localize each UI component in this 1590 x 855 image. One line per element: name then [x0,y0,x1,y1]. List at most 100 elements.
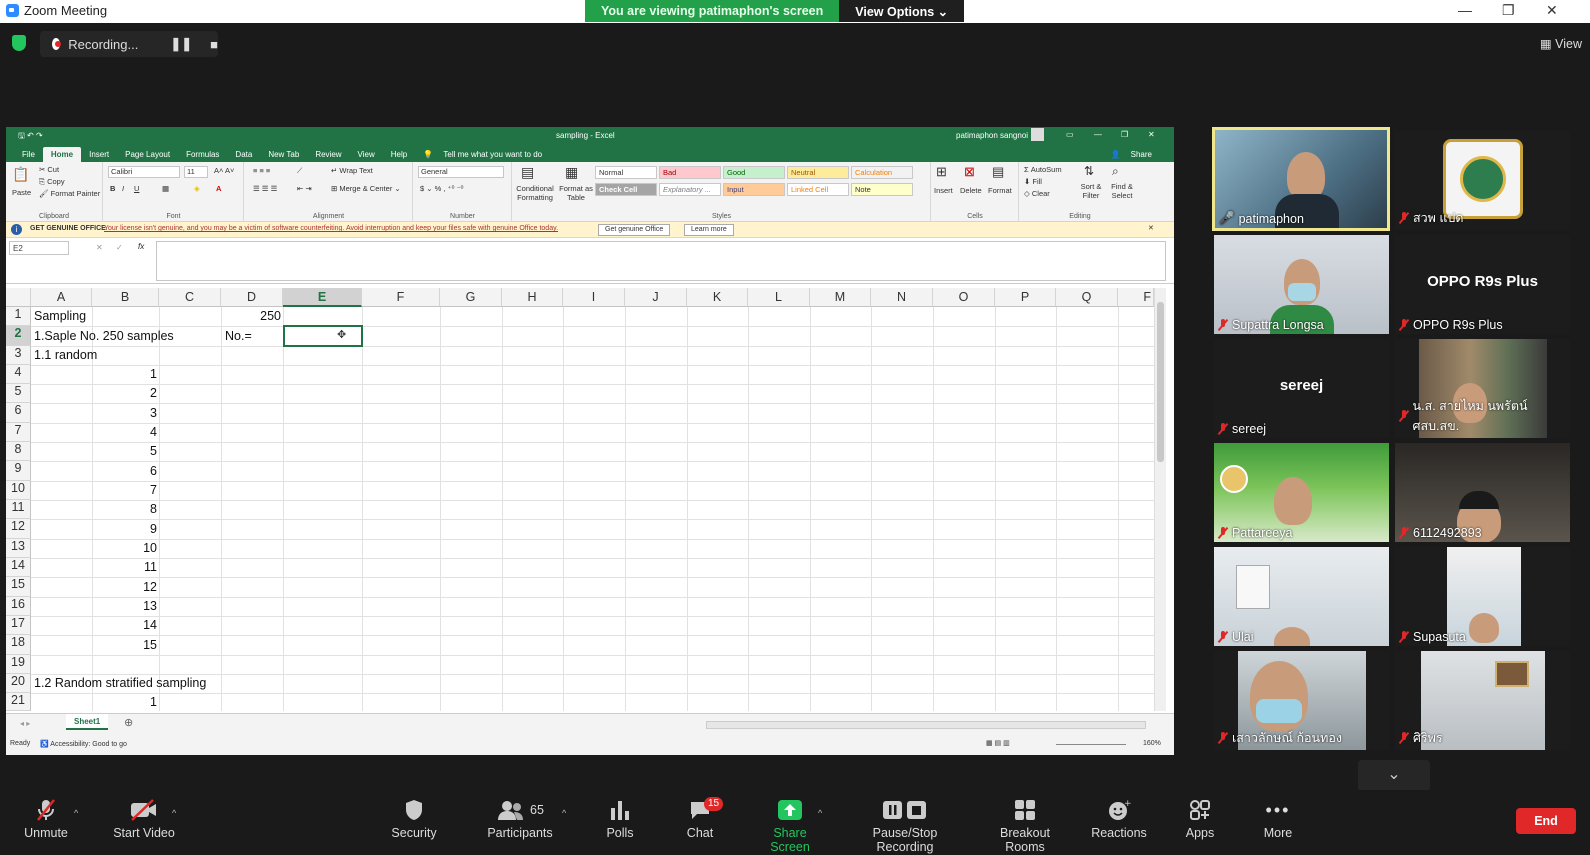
col-header-g[interactable]: G [440,288,502,307]
cell-b6[interactable]: 3 [92,404,157,423]
bold-icon[interactable]: B [110,184,115,193]
participant-tile-9[interactable]: Ulai [1214,547,1389,646]
select-all-corner[interactable] [6,288,31,307]
cell-b14[interactable]: 11 [92,558,157,577]
view-button[interactable]: ▦ View [1540,36,1582,51]
delete-cells-button[interactable]: Delete [960,186,982,195]
style-normal[interactable]: Normal [595,166,657,179]
cell-b9[interactable]: 6 [92,462,157,481]
cell-b16[interactable]: 13 [92,597,157,616]
format-painter-button[interactable]: 🖌 Format Painter [39,189,100,198]
sort-filter-icon[interactable]: ⇅ [1084,164,1094,178]
col-header-h[interactable]: H [502,288,563,307]
delete-cells-icon[interactable]: ⊠ [964,164,975,180]
cell-b12[interactable]: 9 [92,520,157,539]
find-select-button[interactable]: Find & Select [1106,182,1138,200]
style-note[interactable]: Note [851,183,913,196]
currency-icon[interactable]: $ ⌄ % , ⁺⁰ ⁻⁰ [420,184,464,193]
message-text[interactable]: Your license isn't genuine, and you may … [104,225,558,232]
accessibility-status[interactable]: ♿ Accessibility: Good to go [40,740,127,748]
add-sheet-icon[interactable]: ⊕ [124,716,133,729]
row-header-14[interactable]: 14 [6,558,31,577]
tab-new-tab[interactable]: New Tab [260,147,307,162]
borders-icon[interactable]: ▦ [162,184,169,193]
cell-b5[interactable]: 2 [92,384,157,403]
font-color-icon[interactable]: A [216,184,221,193]
learn-more-button[interactable]: Learn more [684,224,734,236]
autosum-button[interactable]: Σ AutoSum [1024,165,1062,174]
tab-review[interactable]: Review [307,147,349,162]
sheet-nav-icon[interactable]: ◂ ▸ [20,719,30,728]
col-header-m[interactable]: M [810,288,871,307]
participants-caret-icon[interactable]: ^ [562,808,566,818]
row-header-8[interactable]: 8 [6,442,31,461]
gallery-next-chevron-icon[interactable]: ⌄ [1358,760,1430,792]
insert-function-icon[interactable]: fx [138,242,144,251]
cell-d1[interactable]: 250 [221,307,281,326]
breakout-rooms-button[interactable]: Breakout Rooms [980,798,1070,854]
underline-icon[interactable]: U [134,184,139,193]
merge-center-button[interactable]: ⊞ Merge & Center ⌄ [331,184,401,193]
col-header-b[interactable]: B [92,288,159,307]
row-header-19[interactable]: 19 [6,655,31,674]
cell-b18[interactable]: 15 [92,636,157,655]
font-name-select[interactable]: Calibri [108,166,180,178]
col-header-r[interactable]: F [1118,288,1154,307]
style-calculation[interactable]: Calculation [851,166,913,179]
polls-button[interactable]: Polls [598,798,642,840]
paste-icon[interactable]: 📋 [12,166,29,183]
cell-b21[interactable]: 1 [92,693,157,712]
chat-button[interactable]: 15 Chat [678,797,724,840]
style-check-cell[interactable]: Check Cell [595,183,657,196]
start-video-button[interactable]: Start Video [108,798,180,840]
tell-me-search[interactable]: 💡 Tell me what you want to do [415,147,558,162]
tab-file[interactable]: File [14,147,43,162]
participant-tile-4[interactable]: OPPO R9s Plus OPPO R9s Plus [1395,235,1570,334]
col-header-e[interactable]: E [283,288,362,307]
find-select-icon[interactable]: ⌕ [1112,164,1119,179]
encryption-shield-icon[interactable] [12,35,26,51]
cell-b7[interactable]: 4 [92,423,157,442]
row-header-18[interactable]: 18 [6,635,31,655]
italic-icon[interactable]: I [122,184,124,193]
audio-options-caret-icon[interactable]: ^ [74,808,78,818]
cell-b13[interactable]: 10 [92,539,157,558]
col-header-c[interactable]: C [159,288,221,307]
zoom-level[interactable]: 160% [1143,740,1161,747]
tab-page-layout[interactable]: Page Layout [117,147,178,162]
share-screen-caret-icon[interactable]: ^ [818,808,822,818]
row-header-21[interactable]: 21 [6,693,31,711]
minimize-icon[interactable]: — [1458,2,1472,18]
row-header-2[interactable]: 2 [6,326,31,346]
excel-close-icon[interactable]: ✕ [1148,130,1155,139]
row-header-16[interactable]: 16 [6,597,31,616]
excel-restore-icon[interactable]: ❐ [1121,130,1128,139]
col-header-i[interactable]: I [563,288,625,307]
copy-button[interactable]: ⎘ Copy [39,177,65,187]
participant-tile-1[interactable]: 🎤 patimaphon [1212,127,1390,231]
tab-home[interactable]: Home [42,147,82,162]
col-header-p[interactable]: P [995,288,1056,307]
confirm-formula-icon[interactable]: ✓ [116,243,123,252]
message-close-icon[interactable]: ✕ [1148,224,1154,232]
participant-tile-2[interactable]: สวพ แปด [1395,131,1570,230]
cell-a3[interactable]: 1.1 random [34,346,97,365]
participant-tile-10[interactable]: Supasuta [1395,547,1570,646]
format-cells-button[interactable]: Format [988,186,1012,195]
style-input[interactable]: Input [723,183,785,196]
participant-tile-5[interactable]: sereej sereej [1214,339,1389,438]
pause-recording-icon[interactable]: ❚❚ [170,36,192,52]
video-options-caret-icon[interactable]: ^ [172,808,176,818]
unmute-button[interactable]: Unmute [20,798,72,840]
get-genuine-button[interactable]: Get genuine Office [598,224,671,236]
paste-label[interactable]: Paste [12,188,31,197]
conditional-formatting-icon[interactable]: ▤ [521,164,534,181]
cell-b4[interactable]: 1 [92,365,157,384]
conditional-formatting-button[interactable]: Conditional Formatting [515,184,555,202]
formula-input[interactable] [156,241,1166,281]
more-button[interactable]: ••• More [1258,798,1298,841]
apps-button[interactable]: Apps [1180,798,1220,840]
orientation-icon[interactable]: ⟋ [297,166,302,176]
align-top-icon[interactable]: ≡ ≡ ≡ [253,166,270,175]
sheet-tab-sheet1[interactable]: Sheet1 [66,714,109,730]
